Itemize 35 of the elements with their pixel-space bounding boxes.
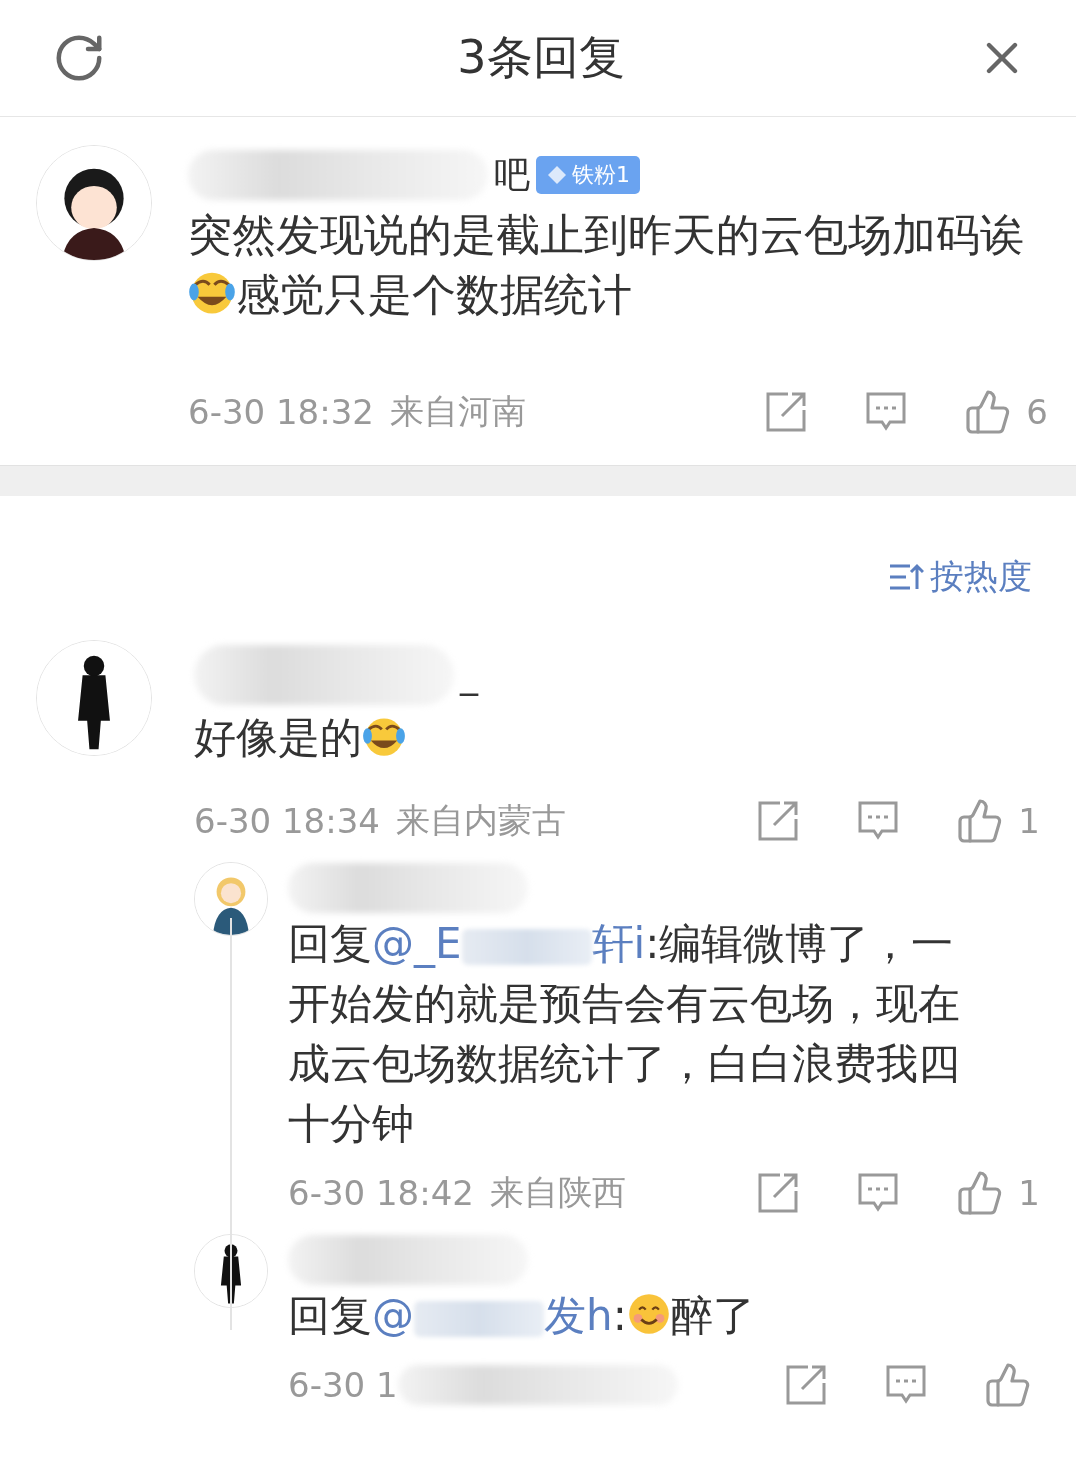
timestamp: 6-30 18:32 <box>188 392 374 432</box>
location-text: 来自陕西 <box>489 1171 626 1214</box>
location-text: 来自内蒙古 <box>395 799 566 842</box>
like-button[interactable] <box>984 1361 1032 1409</box>
location-text: 来自河南 <box>389 390 526 433</box>
window-title: 3条回复 <box>457 29 625 86</box>
like-button[interactable]: 6 <box>964 388 1048 436</box>
user-name[interactable]: 吧 <box>494 150 530 200</box>
smiling-emoji-icon <box>626 1292 671 1336</box>
mention-link[interactable]: 轩i <box>591 919 646 968</box>
comment-text: 回复@ 发h: 醉了 <box>288 1290 756 1342</box>
share-icon <box>764 390 809 434</box>
share-button[interactable] <box>756 1171 801 1215</box>
like-button[interactable]: 1 <box>956 797 1040 845</box>
mention-link[interactable]: @ <box>372 1291 414 1340</box>
comment-text: 突然发现说的是截止到昨天的云包场加码诶 感觉只是个数据统计 <box>188 208 1025 322</box>
sort-button[interactable]: 按热度 <box>888 554 1032 600</box>
share-icon <box>784 1363 828 1407</box>
share-button[interactable] <box>756 799 801 843</box>
share-button[interactable] <box>764 390 809 434</box>
mention-link[interactable]: 发h <box>544 1291 613 1340</box>
timestamp: 6-30 18:34 <box>194 801 380 841</box>
like-button[interactable]: 1 <box>956 1169 1040 1217</box>
comment-text: 回复@_E 轩i:编辑微博了，一开始发的就是预告会有云包场，现在成云包场数据统计了，白白浪费我四十分钟 <box>288 918 961 1150</box>
fan-badge: 铁粉1 <box>536 156 640 194</box>
mention-link[interactable]: @_E <box>372 919 462 968</box>
share-icon <box>756 799 801 843</box>
timestamp: 6-30 18:42 <box>288 1173 474 1213</box>
share-button[interactable] <box>784 1363 828 1407</box>
comment-text: 好像是的 <box>194 710 994 766</box>
thumbs-up-icon <box>984 1361 1032 1409</box>
user-name[interactable]: _ <box>460 654 478 696</box>
timestamp: 6-30 1 <box>288 1365 398 1405</box>
share-icon <box>756 1171 801 1215</box>
sort-icon <box>888 561 924 593</box>
